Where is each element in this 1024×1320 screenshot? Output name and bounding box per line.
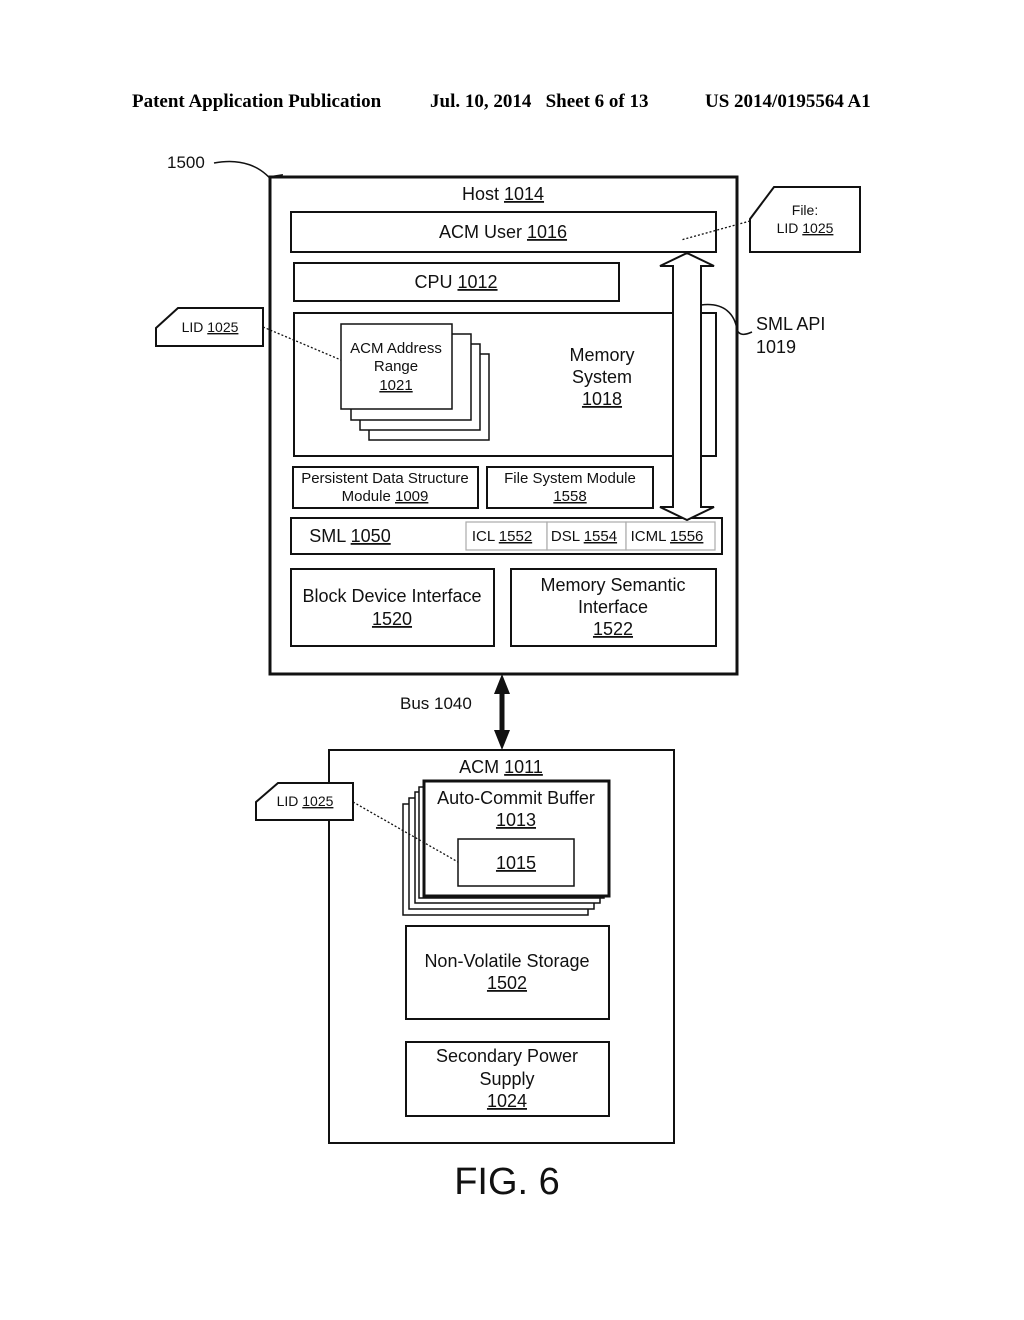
block-device-interface-box: [290, 568, 495, 647]
sps-line2: Supply: [479, 1069, 534, 1089]
dsl-label: DSL 1554: [551, 528, 617, 545]
mem-semantic-number: 1522: [593, 619, 633, 639]
file-tag-line2: LID 1025: [777, 220, 834, 236]
header-patent-number: US 2014/0195564 A1: [705, 91, 871, 112]
fs-module-number: 1558: [553, 488, 586, 505]
cpu-label: CPU 1012: [414, 272, 497, 292]
figure-caption: FIG. 6: [454, 1161, 560, 1203]
memory-system-line1: Memory: [569, 345, 634, 365]
block-device-line1: Block Device Interface: [302, 586, 481, 606]
ref-leader-arrow: [213, 160, 277, 187]
lid-tag-host-label: LID 1025: [182, 319, 239, 335]
sps-number: 1024: [487, 1091, 527, 1111]
mem-semantic-line2: Interface: [578, 597, 648, 617]
sps-line1: Secondary Power: [436, 1046, 578, 1066]
acm-range-number: 1021: [379, 377, 412, 394]
sml-api-line2: 1019: [756, 337, 796, 357]
acm-range-line1: ACM Address: [350, 340, 442, 357]
header-publication-type: Patent Application Publication: [132, 91, 382, 112]
bus-arrowhead-down-icon: [494, 730, 510, 750]
acm-user-label: ACM User 1016: [439, 222, 567, 242]
nvs-line1: Non-Volatile Storage: [424, 951, 589, 971]
sml-label: SML 1050: [309, 526, 390, 546]
sml-api-leader-tail: [736, 329, 753, 336]
acm-title: ACM 1011: [459, 757, 543, 777]
header-date-sheet: Jul. 10, 2014 Sheet 6 of 13: [430, 91, 649, 112]
acb-line1: Auto-Commit Buffer: [437, 788, 595, 808]
mem-semantic-line1: Memory Semantic: [540, 575, 685, 595]
file-tag-line1: File:: [792, 202, 818, 218]
block-device-number: 1520: [372, 609, 412, 629]
acb-inner-number: 1015: [496, 853, 536, 873]
host-title: Host 1014: [462, 184, 544, 204]
bus-arrowhead-up-icon: [494, 674, 510, 694]
figure-ref-number: 1500: [167, 153, 205, 172]
icl-label: ICL 1552: [472, 528, 532, 545]
nvs-number: 1502: [487, 973, 527, 993]
acb-number: 1013: [496, 810, 536, 830]
acm-range-line2: Range: [374, 358, 418, 375]
bus-label: Bus 1040: [400, 694, 472, 713]
patent-figure: Patent Application Publication Jul. 10, …: [132, 91, 871, 1203]
memory-system-line2: System: [572, 367, 632, 387]
sml-api-line1: SML API: [756, 314, 825, 334]
icml-label: ICML 1556: [631, 528, 704, 545]
pds-module-line2: Module 1009: [342, 488, 429, 505]
fs-module-line1: File System Module: [504, 470, 636, 487]
memory-system-number: 1018: [582, 389, 622, 409]
lid-tag-acm-label: LID 1025: [277, 793, 334, 809]
pds-module-line1: Persistent Data Structure: [301, 470, 469, 487]
